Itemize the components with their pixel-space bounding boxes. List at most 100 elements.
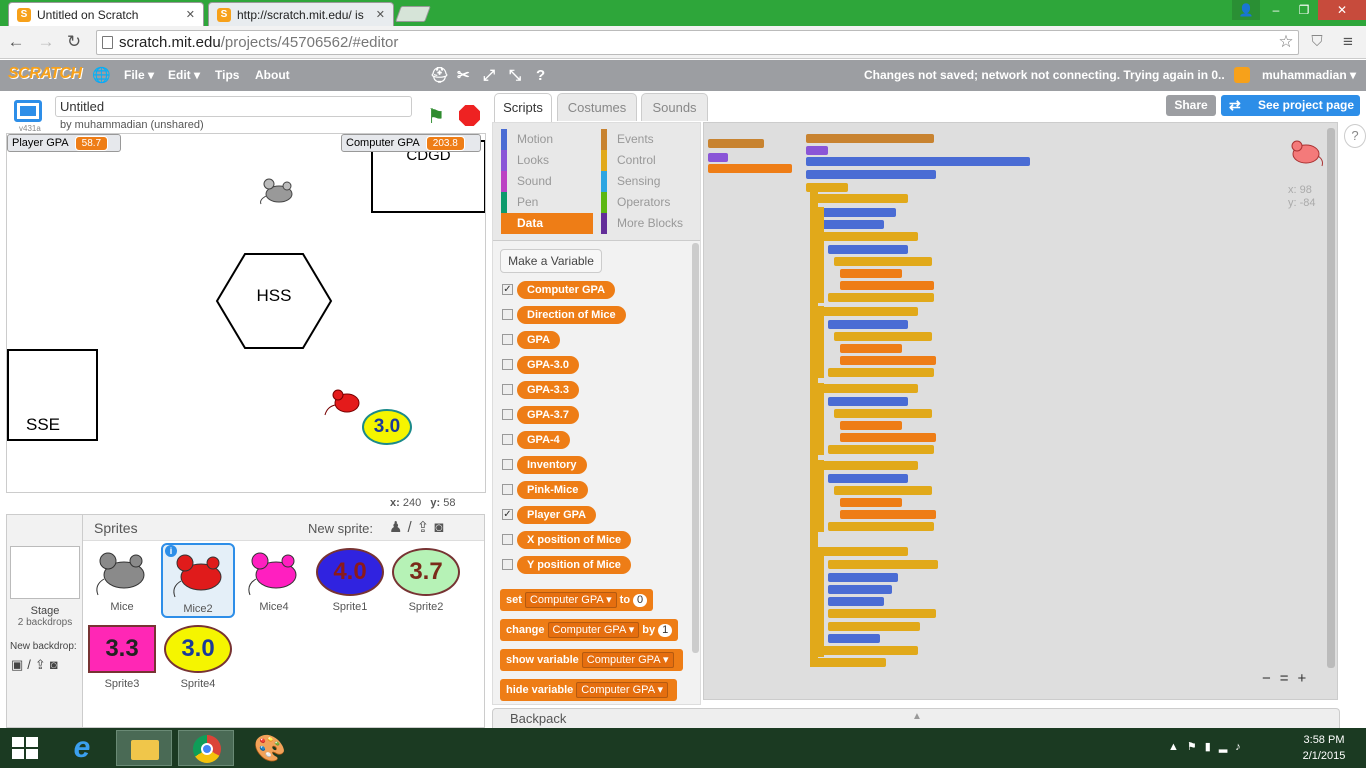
category-operators[interactable]: Operators bbox=[601, 192, 693, 213]
category-sound[interactable]: Sound bbox=[501, 171, 593, 192]
variable-checkbox[interactable] bbox=[502, 484, 513, 495]
stage[interactable]: Player GPA 58.7 Computer GPA 203.8 CDGD … bbox=[6, 133, 486, 493]
category-sensing[interactable]: Sensing bbox=[601, 171, 693, 192]
data-command-block[interactable]: change Computer GPA ▾ by 1 bbox=[500, 619, 679, 641]
sprite-thumb[interactable]: Mice2 i bbox=[161, 543, 235, 618]
variable-checkbox[interactable] bbox=[502, 334, 513, 345]
project-title-input[interactable]: Untitled bbox=[55, 96, 412, 117]
script-block[interactable] bbox=[822, 384, 918, 393]
data-command-block[interactable]: set Computer GPA ▾ to 0 bbox=[500, 589, 654, 611]
variable-checkbox[interactable] bbox=[502, 434, 513, 445]
variable-dropdown[interactable]: Computer GPA ▾ bbox=[547, 622, 640, 638]
script-area[interactable]: x: 98 y: -84 −=+ bbox=[703, 122, 1338, 700]
sprite-thumb[interactable]: Mice bbox=[85, 543, 159, 618]
script-block[interactable] bbox=[822, 461, 918, 470]
restore-button[interactable]: ❐ bbox=[1290, 0, 1318, 20]
script-block[interactable] bbox=[834, 409, 932, 418]
reload-icon[interactable]: ↻ bbox=[64, 32, 84, 52]
sprite-thumb[interactable]: 3.7 Sprite2 bbox=[389, 543, 463, 618]
grow-icon[interactable]: ⤢ bbox=[483, 60, 495, 91]
category-control[interactable]: Control bbox=[601, 150, 693, 171]
sprite-thumb[interactable]: Mice4 bbox=[237, 543, 311, 618]
script-block[interactable] bbox=[822, 208, 896, 217]
menu-tips[interactable]: Tips bbox=[215, 60, 239, 91]
show-hidden-icon[interactable]: ▲ bbox=[1168, 741, 1187, 753]
variable-reporter[interactable]: Pink-Mice bbox=[517, 481, 589, 499]
camera-icon[interactable]: ◙ bbox=[50, 657, 62, 672]
script-block[interactable] bbox=[828, 573, 898, 582]
script-block[interactable] bbox=[840, 510, 936, 519]
browser-tab[interactable]: S http://scratch.mit.edu/ is ✕ bbox=[208, 2, 394, 26]
script-block[interactable] bbox=[806, 134, 934, 143]
tab-scripts[interactable]: Scripts bbox=[494, 93, 552, 123]
category-motion[interactable]: Motion bbox=[501, 129, 593, 150]
variable-dropdown[interactable]: Computer GPA ▾ bbox=[524, 592, 617, 608]
script-block[interactable] bbox=[840, 421, 902, 430]
paint-brush-icon[interactable]: / bbox=[407, 519, 416, 536]
script-block[interactable] bbox=[814, 658, 886, 667]
clock-time[interactable]: 3:58 PM bbox=[1296, 734, 1352, 746]
script-block[interactable] bbox=[828, 597, 884, 606]
stage-thumbnail[interactable] bbox=[10, 546, 80, 599]
number-input[interactable]: 0 bbox=[633, 594, 648, 607]
script-block[interactable] bbox=[822, 232, 918, 241]
sprite-thumb[interactable]: 4.0 Sprite1 bbox=[313, 543, 387, 618]
script-scrollbar[interactable] bbox=[1327, 128, 1335, 668]
minimize-button[interactable]: – bbox=[1262, 0, 1290, 20]
variable-dropdown[interactable]: Computer GPA ▾ bbox=[576, 682, 669, 698]
stop-icon[interactable] bbox=[459, 105, 480, 126]
zoom-out-icon[interactable]: − bbox=[1262, 670, 1280, 687]
share-button[interactable]: Share bbox=[1166, 95, 1216, 116]
windows-start-icon[interactable] bbox=[12, 737, 38, 759]
script-block[interactable] bbox=[834, 332, 932, 341]
script-block[interactable] bbox=[834, 486, 932, 495]
variable-reporter[interactable]: Player GPA bbox=[517, 506, 597, 524]
palette-scrollbar[interactable] bbox=[692, 243, 699, 653]
variable-checkbox[interactable] bbox=[502, 409, 513, 420]
user-icon[interactable]: 👤 bbox=[1232, 0, 1260, 20]
info-icon[interactable]: i bbox=[165, 545, 177, 557]
volume-icon[interactable]: ♪ bbox=[1235, 741, 1249, 753]
script-block[interactable] bbox=[828, 445, 934, 454]
script-block[interactable] bbox=[828, 609, 936, 618]
make-variable-button[interactable]: Make a Variable bbox=[500, 249, 602, 273]
backpack-bar[interactable]: Backpack ▲ bbox=[492, 708, 1340, 728]
paint-app-icon[interactable]: 🎨 bbox=[242, 730, 298, 766]
green-flag-icon[interactable]: ⚑ bbox=[427, 104, 445, 129]
url-field[interactable]: scratch.mit.edu/projects/45706562/#edito… bbox=[96, 30, 1299, 55]
variable-checkbox[interactable] bbox=[502, 359, 513, 370]
category-looks[interactable]: Looks bbox=[501, 150, 593, 171]
script-block[interactable] bbox=[828, 474, 908, 483]
variable-checkbox[interactable]: ✓ bbox=[502, 509, 513, 520]
help-icon[interactable]: ? bbox=[1344, 124, 1366, 148]
variable-dropdown[interactable]: Computer GPA ▾ bbox=[581, 652, 674, 668]
red-mouse-sprite[interactable] bbox=[323, 387, 367, 417]
globe-icon[interactable]: 🌐 bbox=[92, 60, 111, 91]
menu-about[interactable]: About bbox=[255, 60, 290, 91]
signal-icon[interactable]: ▂ bbox=[1219, 741, 1235, 753]
close-tab-icon[interactable]: ✕ bbox=[376, 8, 385, 21]
sprite-thumb[interactable]: 3.3 Sprite3 bbox=[85, 620, 159, 695]
menu-edit[interactable]: Edit ▾ bbox=[168, 60, 200, 91]
script-block[interactable] bbox=[708, 164, 792, 173]
script-block[interactable] bbox=[840, 498, 902, 507]
script-block[interactable] bbox=[822, 646, 918, 655]
script-block[interactable] bbox=[840, 433, 936, 442]
category-more-blocks[interactable]: More Blocks bbox=[601, 213, 693, 234]
variable-reporter[interactable]: Direction of Mice bbox=[517, 306, 626, 324]
upload-icon[interactable]: ⇪ bbox=[417, 519, 435, 536]
player-gpa-monitor[interactable]: Player GPA 58.7 bbox=[7, 134, 121, 152]
shrink-icon[interactable]: ⤡ bbox=[509, 60, 521, 91]
script-block[interactable] bbox=[806, 157, 1030, 166]
scratch-logo[interactable]: SCRATCH bbox=[8, 65, 82, 83]
script-block[interactable] bbox=[828, 368, 934, 377]
image-icon[interactable]: ▣ bbox=[11, 657, 27, 672]
data-command-block[interactable]: hide variable Computer GPA ▾ bbox=[500, 679, 678, 701]
shield-icon[interactable]: ⛉ bbox=[1307, 32, 1327, 52]
paint-icon[interactable]: / bbox=[27, 657, 35, 672]
script-block[interactable] bbox=[806, 146, 828, 155]
upload-icon[interactable]: ⇪ bbox=[35, 657, 50, 672]
back-arrow-icon[interactable]: ← bbox=[6, 32, 26, 52]
variable-reporter[interactable]: Inventory bbox=[517, 456, 587, 474]
script-block[interactable] bbox=[816, 194, 908, 203]
